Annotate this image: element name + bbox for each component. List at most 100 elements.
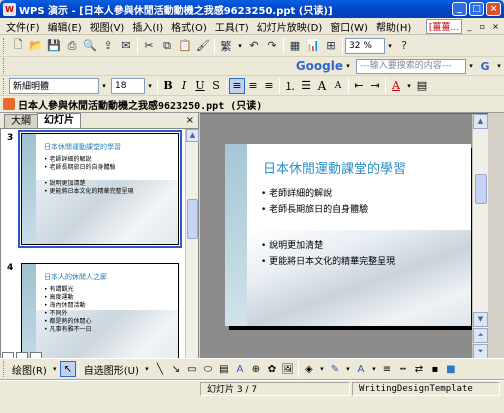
thumbnail-scrollbar[interactable]: ▲: [185, 129, 199, 358]
grid-icon[interactable]: ⊞: [322, 37, 340, 55]
redo-icon[interactable]: ↷: [263, 37, 281, 55]
panel-close-icon[interactable]: ×: [186, 115, 194, 126]
menu-slideshow[interactable]: 幻灯片放映(D): [253, 19, 327, 34]
italic-button[interactable]: I: [176, 78, 192, 94]
scroll-up-icon[interactable]: ▲: [473, 114, 488, 129]
zoom-select[interactable]: 32 %: [345, 37, 385, 54]
wps-app-icon[interactable]: W: [3, 2, 16, 16]
line-color-icon[interactable]: ✎: [327, 361, 343, 377]
menu-tools[interactable]: 工具(T): [211, 19, 253, 34]
doc-close-button[interactable]: ×: [490, 21, 501, 32]
line-icon[interactable]: ╲: [152, 361, 168, 377]
tab-slides[interactable]: 幻灯片: [37, 113, 81, 128]
export-pdf-icon[interactable]: ⇪: [99, 37, 117, 55]
clipart-icon[interactable]: ✿: [264, 361, 280, 377]
draw-menu[interactable]: 绘图(R): [9, 362, 50, 377]
help-icon[interactable]: ?: [395, 37, 413, 55]
menu-view[interactable]: 视图(V): [86, 19, 129, 34]
align-center-icon[interactable]: ≡: [245, 78, 261, 94]
editor-scrollbar[interactable]: ▲ ▼ ⏶ ⏷: [472, 114, 488, 359]
google-logo[interactable]: Google: [296, 59, 343, 73]
scroll-thumb[interactable]: [475, 174, 487, 204]
fill-color-icon[interactable]: ◈: [301, 361, 317, 377]
tab-outline[interactable]: 大綱: [4, 114, 38, 128]
undo-icon[interactable]: ↶: [245, 37, 263, 55]
scroll-down-icon[interactable]: ▼: [473, 312, 488, 327]
google-g-icon[interactable]: G: [476, 57, 494, 75]
fill-color-dropdown-arrow[interactable]: ▾: [317, 365, 327, 373]
font-color-draw-dropdown-arrow[interactable]: ▾: [369, 365, 379, 373]
doc-restore-button[interactable]: ▫: [477, 21, 488, 32]
slide-bullets-1[interactable]: 老師詳細的解說 老師長期旅日的自身體驗: [261, 186, 368, 218]
ellipse-icon[interactable]: ⬭: [200, 361, 216, 377]
help-search-badge[interactable]: [薑薑...: [425, 18, 462, 34]
numbered-list-icon[interactable]: ⒈: [282, 78, 298, 94]
table-icon[interactable]: ▦: [286, 37, 304, 55]
slide-title[interactable]: 日本休閒運動課堂的學習: [263, 158, 406, 177]
menu-insert[interactable]: 插入(I): [128, 19, 167, 34]
previous-slide-icon[interactable]: ⏶: [473, 328, 488, 343]
select-pointer-icon[interactable]: ↖: [59, 361, 76, 377]
align-left-icon[interactable]: ≡: [229, 77, 245, 94]
scroll-up-icon[interactable]: ▲: [186, 129, 199, 142]
rectangle-icon[interactable]: ▭: [184, 361, 200, 377]
picture-icon[interactable]: 🖼: [280, 361, 296, 377]
shadow-button[interactable]: S: [208, 78, 224, 94]
print-preview-icon[interactable]: 🔍: [81, 37, 99, 55]
print-icon[interactable]: ⎙: [63, 37, 81, 55]
dash-style-icon[interactable]: ┅: [395, 361, 411, 377]
close-button[interactable]: ×: [486, 2, 501, 16]
g-dropdown-arrow[interactable]: ▾: [494, 62, 504, 70]
google-dropdown-arrow[interactable]: ▾: [343, 62, 353, 70]
slide-thumbnail-4[interactable]: 日本人的休閒人之廊 有謂觀光 高度運動 海內休閒活動 不同外 都是熱的休閒心 凡…: [21, 263, 179, 358]
email-icon[interactable]: ✉: [117, 37, 135, 55]
underline-button[interactable]: U: [192, 78, 208, 94]
maximize-button[interactable]: □: [469, 2, 484, 16]
diagram-icon[interactable]: ⊕: [248, 361, 264, 377]
google-search-input[interactable]: ---输入要搜索的内容---: [356, 58, 466, 74]
toolbar-grip[interactable]: [3, 361, 6, 377]
autoshape-dropdown-arrow[interactable]: ▾: [142, 365, 152, 373]
font-name-dropdown-arrow[interactable]: ▾: [99, 82, 109, 90]
menu-help[interactable]: 帮助(H): [372, 19, 415, 34]
paste-icon[interactable]: 📋: [176, 37, 194, 55]
line-style-icon[interactable]: ≡: [379, 361, 395, 377]
design-icon[interactable]: ▤: [414, 78, 430, 94]
new-file-icon[interactable]: 🗋: [9, 37, 27, 55]
copy-icon[interactable]: ⧉: [158, 37, 176, 55]
chart-icon[interactable]: 📊: [304, 37, 322, 55]
slide-bullets-2[interactable]: 說明更加清楚 更能將日本文化的精華完整呈現: [261, 238, 395, 270]
doc-minimize-button[interactable]: _: [464, 21, 475, 32]
chinese-dropdown-arrow[interactable]: ▾: [235, 42, 245, 50]
font-color-draw-icon[interactable]: A: [353, 361, 369, 377]
line-color-dropdown-arrow[interactable]: ▾: [343, 365, 353, 373]
wordart-icon[interactable]: A: [232, 361, 248, 377]
font-name-select[interactable]: 新細明體: [9, 77, 99, 94]
document-tab[interactable]: 日本人參與休閒活動動機之我感9623250.ppt (只读): [18, 97, 262, 112]
arrow-style-icon[interactable]: ⇄: [411, 361, 427, 377]
decrease-font-icon[interactable]: A: [330, 78, 346, 94]
zoom-dropdown-arrow[interactable]: ▾: [385, 42, 395, 50]
bold-button[interactable]: B: [160, 78, 176, 94]
decrease-indent-icon[interactable]: ⇤: [351, 78, 367, 94]
autoshape-menu[interactable]: 自选图形(U): [81, 362, 142, 377]
menu-window[interactable]: 窗口(W): [326, 19, 372, 34]
slide-thumbnail-3[interactable]: 日本休閒運動課堂的學習 老師詳細的解說 老師長期旅日的自身體驗 . 說明更加清楚…: [18, 130, 182, 248]
toolbar-grip[interactable]: [3, 58, 6, 74]
search-dropdown-arrow[interactable]: ▾: [466, 62, 476, 70]
menu-format[interactable]: 格式(O): [167, 19, 211, 34]
draw-dropdown-arrow[interactable]: ▾: [50, 365, 60, 373]
menu-file[interactable]: 文件(F): [2, 19, 44, 34]
increase-font-icon[interactable]: A: [314, 78, 330, 94]
align-right-icon[interactable]: ≡: [261, 78, 277, 94]
shadow-icon[interactable]: ▪: [427, 361, 443, 377]
next-slide-icon[interactable]: ⏷: [473, 344, 488, 359]
minimize-button[interactable]: _: [452, 2, 467, 16]
slide-thumbnail-list[interactable]: 3 日本休閒運動課堂的學習 老師詳細的解說 老師長期旅日的自身體驗 . 說明更加…: [0, 129, 186, 358]
scroll-thumb[interactable]: [187, 199, 198, 239]
font-size-dropdown-arrow[interactable]: ▾: [145, 82, 155, 90]
increase-indent-icon[interactable]: ⇥: [367, 78, 383, 94]
bullet-list-icon[interactable]: ☰: [298, 78, 314, 94]
menu-edit[interactable]: 编辑(E): [44, 19, 86, 34]
save-icon[interactable]: 💾: [45, 37, 63, 55]
